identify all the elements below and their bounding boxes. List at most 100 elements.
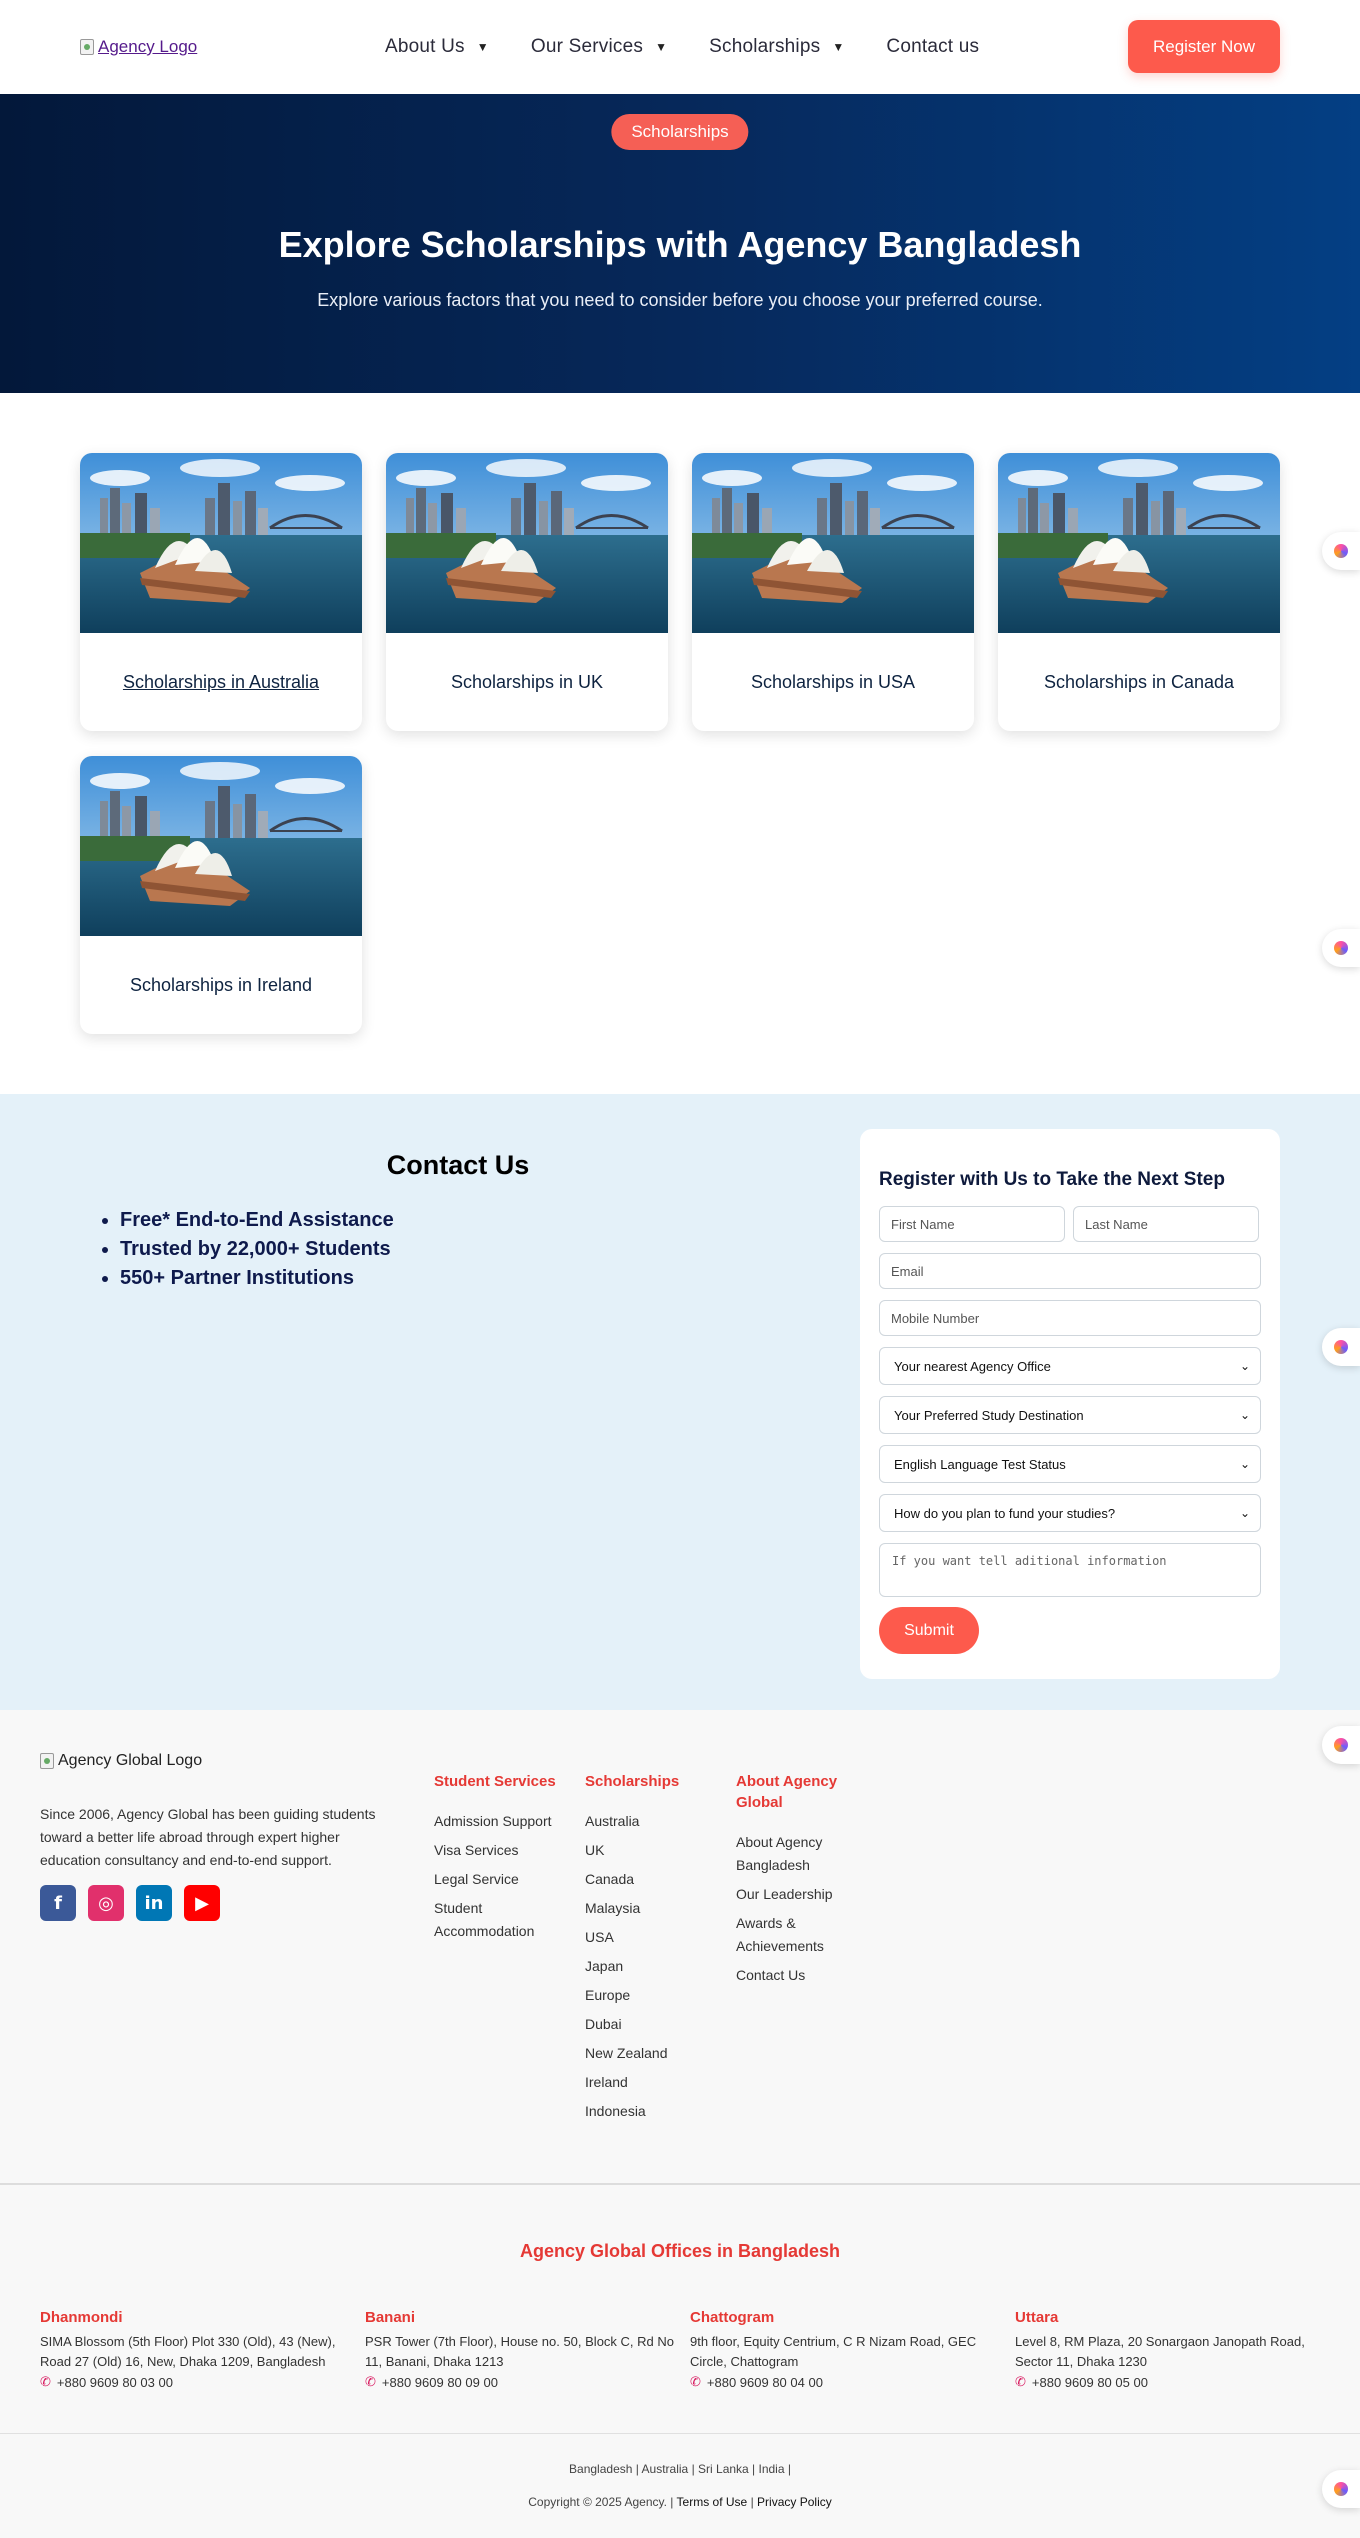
footer-link[interactable]: Admission Support xyxy=(434,1810,564,1833)
facebook-icon[interactable]: f xyxy=(40,1885,76,1921)
scholarship-card-ireland[interactable]: Scholarships in Ireland xyxy=(80,756,362,1034)
instagram-icon[interactable]: ◎ xyxy=(88,1885,124,1921)
page-title: Explore Scholarships with Agency Banglad… xyxy=(278,224,1082,265)
youtube-icon[interactable]: ▶ xyxy=(184,1885,220,1921)
broken-image-icon xyxy=(80,39,94,55)
office-banani: Banani PSR Tower (7th Floor), House no. … xyxy=(365,2309,685,2390)
footer-link[interactable]: Student Accommodation xyxy=(434,1897,564,1943)
nav-item-scholarships[interactable]: Scholarships ▼ xyxy=(709,36,844,58)
widget-logo-icon xyxy=(1334,1340,1348,1354)
footer-link[interactable]: Ireland xyxy=(585,2071,685,2094)
footer-column-heading: About Agency Global xyxy=(736,1773,838,1811)
list-item: Trusted by 22,000+ Students xyxy=(120,1235,394,1264)
nearest-office-select[interactable]: Your nearest Agency Office ⌄ xyxy=(879,1347,1261,1385)
caret-down-icon: ▼ xyxy=(832,40,845,54)
footer-link[interactable]: Our Leadership xyxy=(736,1883,846,1906)
additional-info-textarea[interactable]: If you want tell aditional information xyxy=(879,1543,1261,1597)
footer-logo[interactable]: Agency Global Logo xyxy=(40,1752,202,1770)
footer-link[interactable]: UK xyxy=(585,1839,685,1862)
footer-link[interactable]: Legal Service xyxy=(434,1868,564,1891)
office-phone[interactable]: ✆ +880 9609 80 09 00 xyxy=(365,2374,685,2390)
hero-badge: Scholarships xyxy=(611,114,749,150)
country-links[interactable]: Bangladesh | Australia | Sri Lanka | Ind… xyxy=(0,2462,1360,2476)
footer-link[interactable]: Malaysia xyxy=(585,1897,685,1920)
phone-icon: ✆ xyxy=(365,2374,376,2389)
nav-item-our-services[interactable]: Our Services ▼ xyxy=(531,36,667,58)
footer-link[interactable]: Japan xyxy=(585,1955,685,1978)
hero-subtitle: Explore various factors that you need to… xyxy=(317,290,1043,310)
floating-widget-icon[interactable] xyxy=(1322,1726,1360,1764)
mobile-number-field[interactable]: Mobile Number xyxy=(879,1300,1261,1336)
phone-icon: ✆ xyxy=(1015,2374,1026,2389)
floating-widget-icon[interactable] xyxy=(1322,2470,1360,2508)
mobile-row: Mobile Number xyxy=(879,1300,1261,1336)
footer-link[interactable]: Canada xyxy=(585,1868,685,1891)
card-title[interactable]: Scholarships in USA xyxy=(692,633,974,731)
office-name: Banani xyxy=(365,2309,416,2326)
chevron-down-icon: ⌄ xyxy=(1239,1457,1250,1471)
footer-link[interactable]: Dubai xyxy=(585,2013,685,2036)
footer-link[interactable]: Indonesia xyxy=(585,2100,685,2123)
footer-link[interactable]: Contact Us xyxy=(736,1964,846,1987)
footer-link[interactable]: USA xyxy=(585,1926,685,1949)
phone-number: +880 9609 80 04 00 xyxy=(706,2374,823,2390)
office-phone[interactable]: ✆ +880 9609 80 03 00 xyxy=(40,2374,360,2390)
footer-column-heading: Student Services xyxy=(434,1773,556,1790)
scholarship-card-usa[interactable]: Scholarships in USA xyxy=(692,453,974,731)
main-nav: About Us ▼ Our Services ▼ Scholarships ▼… xyxy=(385,0,979,94)
scholarship-card-uk[interactable]: Scholarships in UK xyxy=(386,453,668,731)
card-title[interactable]: Scholarships in Ireland xyxy=(80,936,362,1034)
caret-down-icon: ▼ xyxy=(476,40,489,54)
site-footer: Agency Global Logo Since 2006, Agency Gl… xyxy=(0,1710,1360,2183)
email-field[interactable]: Email xyxy=(879,1253,1261,1289)
social-links: f ◎ in ▶ xyxy=(40,1885,220,1921)
select-value: How do you plan to fund your studies? xyxy=(894,1505,1116,1521)
submit-button[interactable]: Submit xyxy=(879,1607,979,1654)
scholarship-cards-section: Scholarships in Australia Scholarships i… xyxy=(0,393,1360,1094)
hero-banner: Scholarships Explore Scholarships with A… xyxy=(0,94,1360,393)
office-phone[interactable]: ✆ +880 9609 80 05 00 xyxy=(1015,2374,1335,2390)
office-uttara: Uttara Level 8, RM Plaza, 20 Sonargaon J… xyxy=(1015,2309,1335,2390)
sydney-opera-house-image xyxy=(692,453,974,633)
phone-number: +880 9609 80 05 00 xyxy=(1031,2374,1148,2390)
card-title[interactable]: Scholarships in Australia xyxy=(80,633,362,731)
office-dhanmondi: Dhanmondi SIMA Blossom (5th Floor) Plot … xyxy=(40,2309,360,2390)
scholarship-card-canada[interactable]: Scholarships in Canada xyxy=(998,453,1280,731)
agency-logo-link[interactable]: Agency Logo xyxy=(80,37,197,57)
widget-logo-icon xyxy=(1334,941,1348,955)
privacy-link[interactable]: Privacy Policy xyxy=(757,2495,832,2509)
scholarship-card-australia[interactable]: Scholarships in Australia xyxy=(80,453,362,731)
terms-link[interactable]: Terms of Use xyxy=(677,2495,748,2509)
study-destination-select[interactable]: Your Preferred Study Destination ⌄ xyxy=(879,1396,1261,1434)
footer-link[interactable]: Awards & Achievements xyxy=(736,1912,846,1958)
funding-plan-select[interactable]: How do you plan to fund your studies? ⌄ xyxy=(879,1494,1261,1532)
contact-benefits-list: Free* End-to-End Assistance Trusted by 2… xyxy=(120,1206,394,1293)
english-test-status-select[interactable]: English Language Test Status ⌄ xyxy=(879,1445,1261,1483)
last-name-field[interactable]: Last Name xyxy=(1073,1206,1259,1242)
floating-widget-icon[interactable] xyxy=(1322,532,1360,570)
floating-widget-icon[interactable] xyxy=(1322,929,1360,967)
register-now-button[interactable]: Register Now xyxy=(1128,20,1280,73)
office-phone[interactable]: ✆ +880 9609 80 04 00 xyxy=(690,2374,1010,2390)
nav-item-contact-us[interactable]: Contact us xyxy=(886,36,979,58)
footer-link[interactable]: Australia xyxy=(585,1810,685,1833)
footer-column-scholarships: Scholarships Australia UK Canada Malaysi… xyxy=(585,1771,685,2129)
footer-link[interactable]: About Agency Bangladesh xyxy=(736,1831,846,1877)
card-title[interactable]: Scholarships in UK xyxy=(386,633,668,731)
office-name: Dhanmondi xyxy=(40,2309,123,2326)
linkedin-icon[interactable]: in xyxy=(136,1885,172,1921)
footer-link[interactable]: Europe xyxy=(585,1984,685,2007)
sydney-opera-house-image xyxy=(386,453,668,633)
card-title[interactable]: Scholarships in Canada xyxy=(998,633,1280,731)
nav-label: Our Services xyxy=(530,36,644,57)
nav-item-about-us[interactable]: About Us ▼ xyxy=(385,36,489,58)
footer-link[interactable]: Visa Services xyxy=(434,1839,564,1862)
footer-link[interactable]: New Zealand xyxy=(585,2042,685,2065)
nav-label: Scholarships xyxy=(709,36,821,57)
scholarship-cards-grid: Scholarships in Australia Scholarships i… xyxy=(80,453,1280,1034)
first-name-field[interactable]: First Name xyxy=(879,1206,1065,1242)
floating-widget-icon[interactable] xyxy=(1322,1328,1360,1366)
caret-down-icon: ▼ xyxy=(655,40,668,54)
office-address: PSR Tower (7th Floor), House no. 50, Blo… xyxy=(365,2334,674,2369)
nav-label: Contact us xyxy=(886,36,980,57)
